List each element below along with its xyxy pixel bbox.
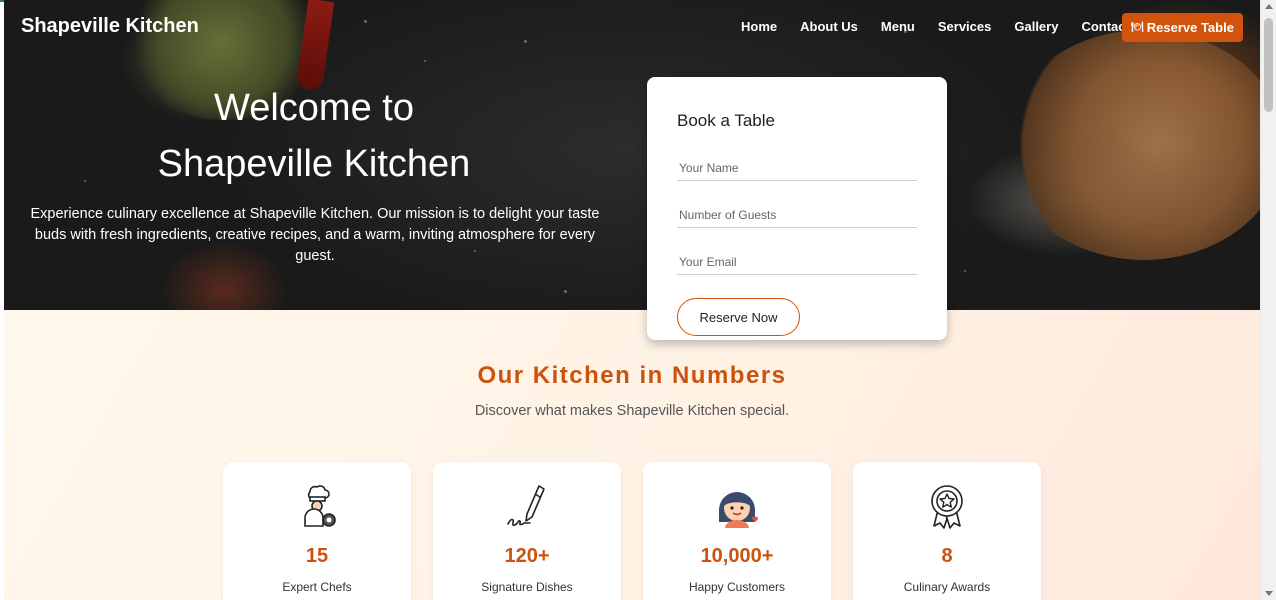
numbers-title: Our Kitchen in Numbers bbox=[477, 362, 787, 389]
book-table-title: Book a Table bbox=[677, 111, 775, 130]
reserve-table-label: Reserve Table bbox=[1146, 20, 1234, 35]
hero-spice-bowl bbox=[1004, 30, 1260, 260]
stat-value: 15 bbox=[305, 545, 329, 567]
stat-card-dishes: 120+ Signature Dishes bbox=[433, 462, 621, 600]
stat-label: Culinary Awards bbox=[903, 580, 991, 594]
nav-menu[interactable]: Menu bbox=[881, 19, 915, 34]
reserve-now-button[interactable]: Reserve Now bbox=[677, 298, 800, 336]
stat-card-chefs: 15 Expert Chefs bbox=[223, 462, 411, 600]
numbers-subtitle: Discover what makes Shapeville Kitchen s… bbox=[474, 403, 790, 419]
cloche-icon: 🍽 bbox=[1131, 22, 1144, 33]
hero-title-line1: Welcome to bbox=[214, 87, 414, 129]
email-field[interactable] bbox=[677, 249, 917, 275]
happy-customer-icon bbox=[719, 492, 758, 528]
award-badge-icon bbox=[931, 485, 963, 529]
book-table-card: Book a Table Reserve Now bbox=[647, 77, 947, 340]
stat-card-awards: 8 Culinary Awards bbox=[853, 462, 1041, 600]
hero-title: Welcome to Shapeville Kitchen bbox=[4, 80, 624, 192]
hero-title-line2: Shapeville Kitchen bbox=[157, 143, 471, 185]
scroll-down-icon[interactable] bbox=[1265, 591, 1273, 596]
hero-subtitle: Experience culinary excellence at Shapev… bbox=[30, 206, 600, 264]
nav-gallery[interactable]: Gallery bbox=[1014, 19, 1058, 34]
brand-logo[interactable]: Shapeville Kitchen bbox=[21, 15, 199, 38]
pen-signature-icon bbox=[507, 485, 545, 527]
reserve-table-button[interactable]: 🍽 Reserve Table bbox=[1122, 13, 1243, 42]
stat-value: 10,000+ bbox=[700, 545, 774, 567]
stat-label: Happy Customers bbox=[688, 580, 786, 594]
stat-value: 8 bbox=[941, 545, 953, 567]
main-nav: Home About Us Menu Services Gallery Cont… bbox=[741, 19, 1153, 34]
stat-label: Signature Dishes bbox=[481, 580, 573, 594]
chef-icon bbox=[304, 485, 336, 527]
guests-field[interactable] bbox=[677, 202, 917, 228]
stat-card-customers: 10,000+ Happy Customers bbox=[643, 462, 831, 600]
nav-services[interactable]: Services bbox=[938, 19, 992, 34]
stat-value: 120+ bbox=[504, 545, 550, 567]
numbers-section: Our Kitchen in Numbers Discover what mak… bbox=[4, 310, 1260, 600]
scroll-up-icon[interactable] bbox=[1265, 4, 1273, 9]
stat-label: Expert Chefs bbox=[282, 580, 352, 594]
scroll-thumb[interactable] bbox=[1264, 18, 1273, 112]
page-scrollbar[interactable] bbox=[1260, 0, 1276, 600]
name-field[interactable] bbox=[677, 155, 917, 181]
nav-about-us[interactable]: About Us bbox=[800, 19, 858, 34]
nav-home[interactable]: Home bbox=[741, 19, 777, 34]
